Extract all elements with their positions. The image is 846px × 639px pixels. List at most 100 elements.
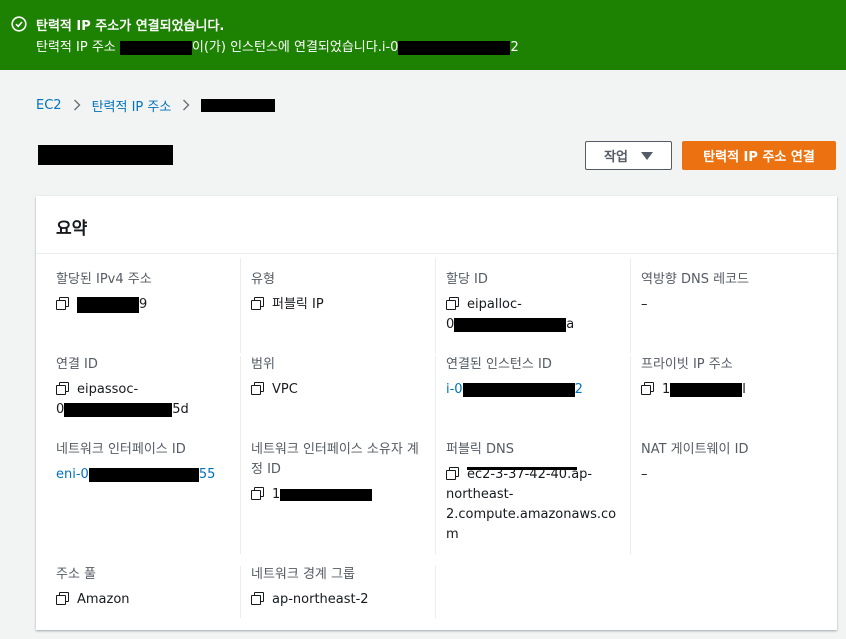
type-label: 유형 [251,272,275,287]
redacted-value [88,467,199,482]
allocation-id-suffix: a [566,317,575,332]
breadcrumb-current-redacted [201,98,276,112]
instance-id-link[interactable]: i-0 2 [446,380,583,400]
public-dns-line3: 2.compute.amazonaws.co [446,507,617,522]
eni-suffix: 55 [198,467,216,482]
copy-icon[interactable] [446,467,459,480]
redacted-ip [119,40,192,55]
redacted-value [454,317,567,332]
flash-message-middle: 이(가) 인스턴스에 연결되었습니다.i-0 [191,40,399,55]
association-id-text: eipassoc- [77,382,139,397]
eni-label: 네트워크 인터페이스 ID [56,442,186,457]
owner-id-label-line1: 네트워크 인터페이스 소유자 계 [251,442,419,457]
address-pool-label: 주소 풀 [56,567,97,582]
reverse-dns-label: 역방향 DNS 레코드 [641,272,750,287]
breadcrumb-ec2[interactable]: EC2 [36,98,62,113]
flash-title: 탄력적 IP 주소가 연결되었습니다. [36,19,225,34]
column-divider [435,258,436,353]
summary-panel: 요약 할당된 IPv4 주소 9 유형 퍼블릭 IP 할당 ID eipallo… [36,196,837,630]
redacted-value [462,382,575,397]
column-divider [435,441,436,554]
redacted-instance-id [398,40,511,55]
instance-id-label: 연결된 인스턴스 ID [446,357,552,372]
instance-id-suffix: 2 [574,382,583,397]
allocation-id-line2: 0a [446,315,574,335]
public-dns-line2: northeast- [446,487,514,502]
chevron-right-icon [62,98,92,112]
private-ip-prefix: 1 [662,382,671,397]
owner-id-value: 1 [251,485,373,505]
scope-value-text: VPC [272,382,298,397]
column-divider [240,356,241,441]
flash-message: 탄력적 IP 주소 이(가) 인스턴스에 연결되었습니다.i-0 2 [36,36,519,55]
eni-prefix: eni-0 [56,467,89,482]
owner-id-label-line2: 정 ID [251,462,281,477]
column-divider [630,441,631,554]
breadcrumb-elastic-ips[interactable]: 탄력적 IP 주소 [92,96,172,115]
flash-message-prefix: 탄력적 IP 주소 [36,40,120,55]
copy-icon[interactable] [641,382,654,395]
redacted-value [77,296,139,313]
address-pool-text: Amazon [77,592,130,607]
type-value-text: 퍼블릭 IP [272,297,324,312]
copy-icon[interactable] [446,297,459,310]
association-id-label: 연결 ID [56,357,98,372]
instance-id-prefix: i-0 [446,382,463,397]
association-id-line2: 0 5d [56,400,189,420]
scope-value: VPC [251,380,298,400]
nat-gateway-label: NAT 게이트웨이 ID [641,442,749,457]
association-id-prefix: 0 [56,402,65,417]
allocation-id-line1: eipalloc- [446,295,522,315]
copy-icon[interactable] [56,297,69,310]
private-ip-label: 프라이빗 IP 주소 [641,357,733,372]
copy-icon[interactable] [251,382,264,395]
owner-id-prefix: 1 [272,487,281,502]
associate-elastic-ip-button[interactable]: 탄력적 IP 주소 연결 [682,141,836,170]
allocated-ipv4-suffix: 9 [139,297,148,312]
border-group-value: ap-northeast-2 [251,590,369,610]
actions-label: 작업 [604,150,628,165]
public-dns-redaction [467,467,577,470]
public-dns-label: 퍼블릭 DNS [446,442,514,457]
redacted-value [670,382,743,397]
border-group-text: ap-northeast-2 [272,592,369,607]
copy-icon[interactable] [251,297,264,310]
private-ip-suffix: l [742,382,746,397]
type-value: 퍼블릭 IP [251,295,324,315]
summary-header: 요약 [36,196,837,254]
association-id-suffix: 5d [172,402,189,417]
reverse-dns-value: – [641,297,648,312]
chevron-right-icon [171,98,201,112]
allocated-ipv4-value: 9 [56,295,147,315]
allocated-ipv4-label: 할당된 IPv4 주소 [56,272,152,287]
column-divider [240,441,241,554]
breadcrumb: EC2 탄력적 IP 주소 [36,96,276,115]
column-divider [630,356,631,441]
allocation-id-prefix: 0 [446,317,455,332]
private-ip-value: 1l [641,380,746,400]
scope-label: 범위 [251,357,275,372]
copy-icon[interactable] [56,592,69,605]
column-divider [240,258,241,353]
nat-gateway-value: – [641,467,648,482]
column-divider [630,258,631,353]
public-dns-line4: m [446,527,459,542]
summary-title: 요약 [56,219,88,239]
actions-dropdown-button[interactable]: 작업 [585,141,672,170]
column-divider [435,566,436,618]
caret-down-icon [640,151,653,160]
allocation-id-label: 할당 ID [446,272,488,287]
eni-link[interactable]: eni-0 55 [56,465,215,485]
border-group-label: 네트워크 경계 그룹 [251,567,355,582]
column-divider [240,566,241,618]
column-divider [435,356,436,441]
redacted-value [64,402,173,417]
flash-message-suffix: 2 [510,40,519,55]
copy-icon[interactable] [251,592,264,605]
redacted-value [280,488,373,501]
success-flash-banner: 탄력적 IP 주소가 연결되었습니다. 탄력적 IP 주소 이(가) 인스턴스에… [0,0,846,70]
address-pool-value: Amazon [56,590,130,610]
copy-icon[interactable] [251,487,264,500]
copy-icon[interactable] [56,382,69,395]
page-title-redacted [38,145,173,165]
